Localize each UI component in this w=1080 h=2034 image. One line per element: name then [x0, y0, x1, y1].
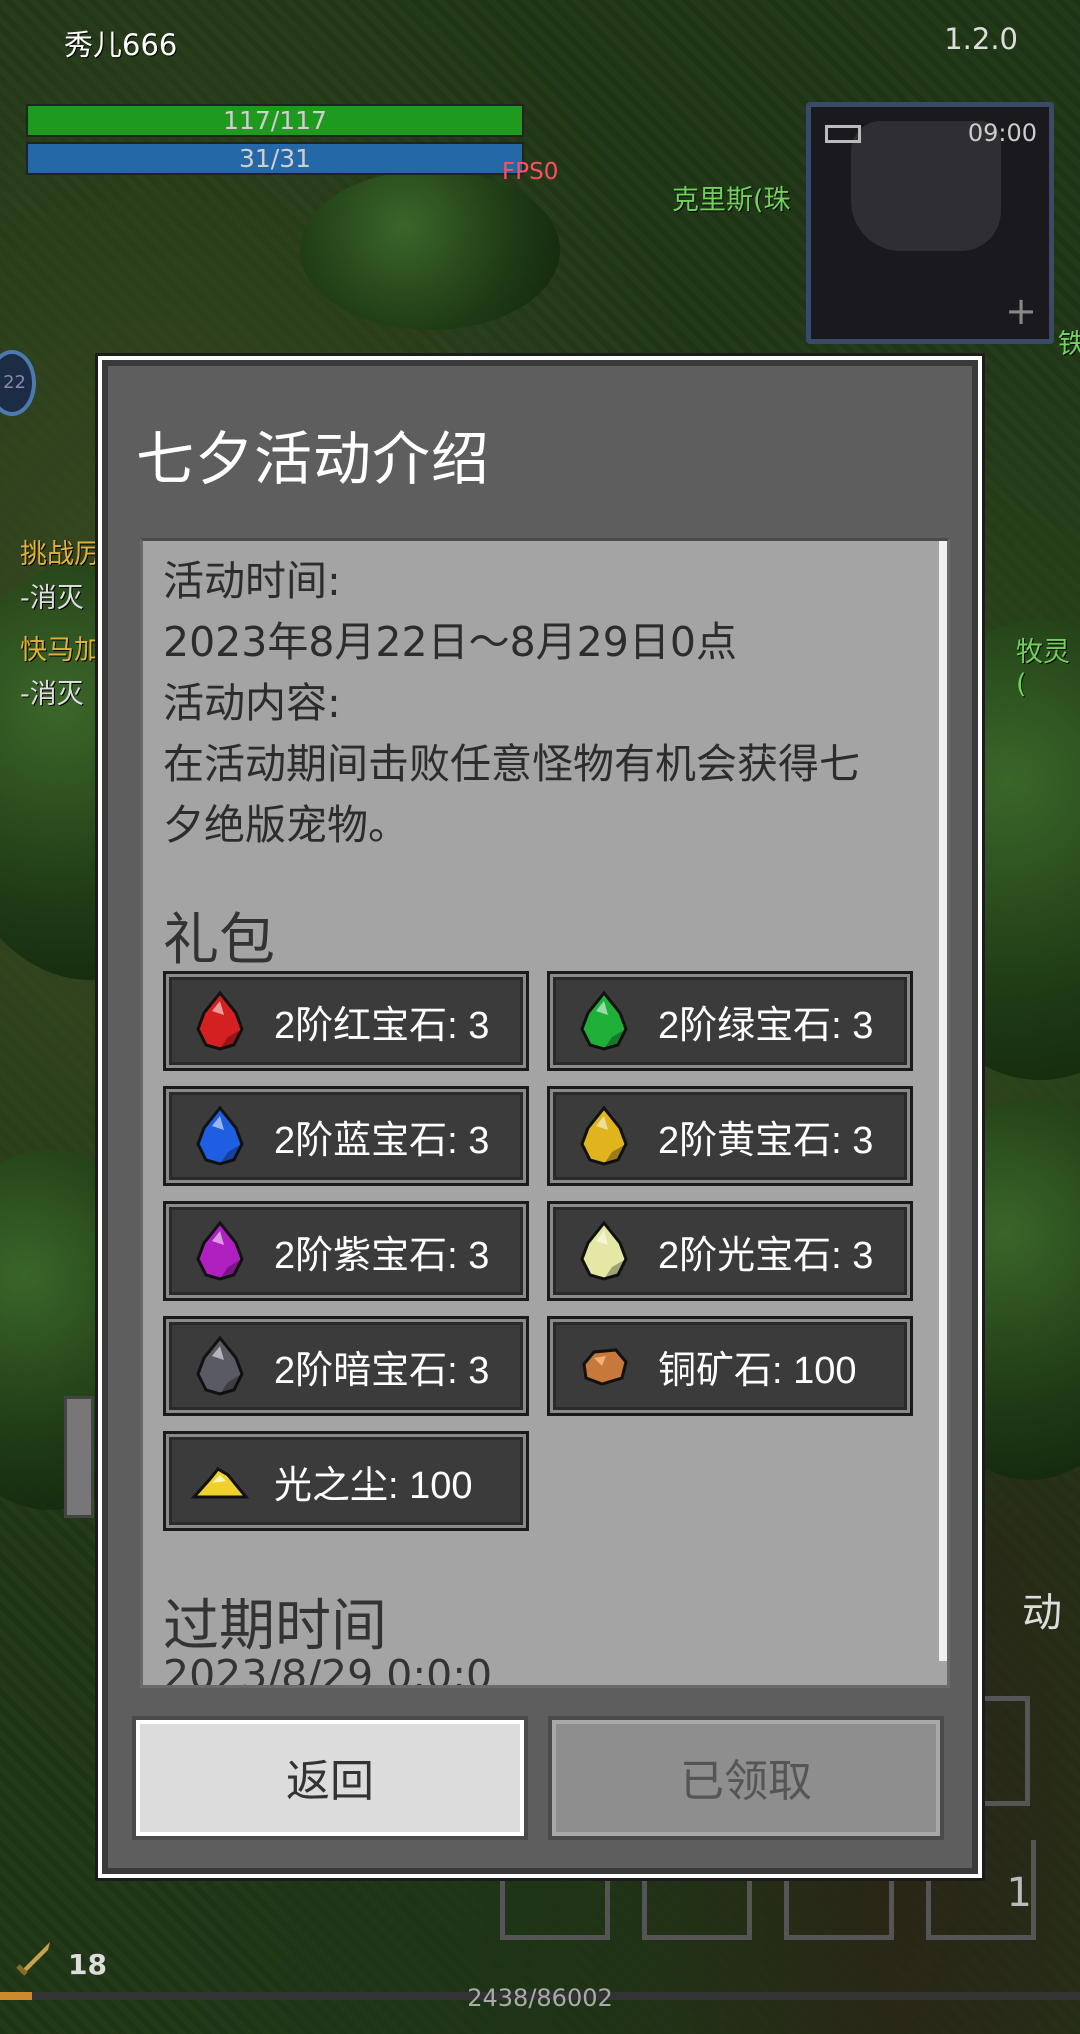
event-time-label: 活动时间:	[163, 557, 341, 605]
exp-text: 2438/86002	[467, 1984, 613, 2012]
gift-item-label: 光之尘: 100	[274, 1464, 473, 1507]
blue-gem-icon	[196, 1105, 244, 1166]
gift-item-label: 2阶暗宝石: 3	[274, 1349, 490, 1392]
clock: 09:00	[967, 119, 1037, 147]
minimap-expand-icon[interactable]: +	[1005, 289, 1037, 333]
gift-item-label: 2阶绿宝石: 3	[658, 1004, 874, 1047]
green-gem-icon	[580, 990, 628, 1051]
light-dust-icon	[190, 1467, 250, 1499]
sword-icon	[16, 1942, 50, 1976]
scrollbar[interactable]	[939, 541, 947, 1661]
minimap[interactable]: 09:00 +	[806, 102, 1054, 344]
hp-bar: 117/117	[26, 104, 524, 137]
gift-item[interactable]: 2阶红宝石: 3	[163, 971, 529, 1071]
gift-item-label: 2阶紫宝石: 3	[274, 1234, 490, 1277]
gift-item-label: 2阶光宝石: 3	[658, 1234, 874, 1277]
event-info: 活动时间: 2023年8月22日～8月29日0点 活动内容: 在活动期间击败任意…	[163, 551, 923, 856]
event-intro-dialog: 七夕活动介绍 活动时间: 2023年8月22日～8月29日0点 活动内容: 在活…	[98, 356, 982, 1878]
gift-item-label: 2阶黄宝石: 3	[658, 1119, 874, 1162]
quest-desc: -消灭	[20, 583, 84, 614]
gift-item-grid: 2阶红宝石: 3 2阶绿宝石: 3 2阶蓝宝石: 3 2阶黄宝石: 3 2阶紫宝石: 3…	[163, 971, 915, 1531]
quest-title[interactable]: 快马加	[20, 628, 101, 667]
player-name: 秀儿666	[64, 28, 178, 62]
gift-pack-heading: 礼包	[163, 908, 275, 973]
dialog-content-scroll[interactable]: 活动时间: 2023年8月22日～8月29日0点 活动内容: 在活动期间击败任意…	[140, 538, 950, 1688]
quest-desc: -消灭	[20, 679, 84, 710]
expire-heading: 过期时间	[163, 1594, 387, 1659]
gift-item-label: 铜矿石: 100	[658, 1349, 857, 1392]
npc-label[interactable]: 铁	[1058, 322, 1080, 361]
event-content-line: 在活动期间击败任意怪物有机会获得七	[163, 740, 860, 788]
event-time-value: 2023年8月22日～8月29日0点	[163, 618, 737, 666]
dark-gem-icon	[196, 1335, 244, 1396]
gift-item-label: 2阶蓝宝石: 3	[274, 1119, 490, 1162]
yellow-gem-icon	[580, 1105, 628, 1166]
gift-item[interactable]: 2阶暗宝石: 3	[163, 1316, 529, 1416]
gift-item[interactable]: 2阶光宝石: 3	[547, 1201, 913, 1301]
purple-gem-icon	[196, 1220, 244, 1281]
back-button[interactable]: 返回	[132, 1716, 528, 1840]
auto-button[interactable]: 动	[1022, 1580, 1062, 1638]
side-drawer-tab[interactable]	[64, 1396, 94, 1518]
mp-bar: 31/31	[26, 142, 524, 175]
gift-item[interactable]: 光之尘: 100	[163, 1431, 529, 1531]
gift-item[interactable]: 2阶蓝宝石: 3	[163, 1086, 529, 1186]
gift-item[interactable]: 铜矿石: 100	[547, 1316, 913, 1416]
gift-item[interactable]: 2阶紫宝石: 3	[163, 1201, 529, 1301]
gift-item-label: 2阶红宝石: 3	[274, 1004, 490, 1047]
npc-label[interactable]: 克里斯(珠	[672, 178, 791, 217]
event-content-line: 夕绝版宠物。	[163, 801, 409, 849]
red-gem-icon	[196, 990, 244, 1051]
npc-label[interactable]: 牧灵(	[1016, 630, 1080, 700]
dialog-title: 七夕活动介绍	[136, 425, 491, 493]
fps-counter: FPS0	[502, 159, 559, 185]
version-label: 1.2.0	[944, 22, 1018, 56]
quest-title[interactable]: 挑战厉	[20, 532, 101, 571]
expire-value: 2023/8/29 0:0:0	[163, 1651, 493, 1688]
gift-item[interactable]: 2阶绿宝石: 3	[547, 971, 913, 1071]
player-level: 18	[68, 1948, 107, 1981]
light-gem-icon	[580, 1220, 628, 1281]
gift-item[interactable]: 2阶黄宝石: 3	[547, 1086, 913, 1186]
event-content-label: 活动内容:	[163, 679, 341, 727]
battery-icon	[825, 125, 861, 143]
slot-number: 1	[1006, 1870, 1032, 1916]
claimed-button[interactable]: 已领取	[548, 1716, 944, 1840]
copper-ore-icon	[582, 1348, 628, 1386]
